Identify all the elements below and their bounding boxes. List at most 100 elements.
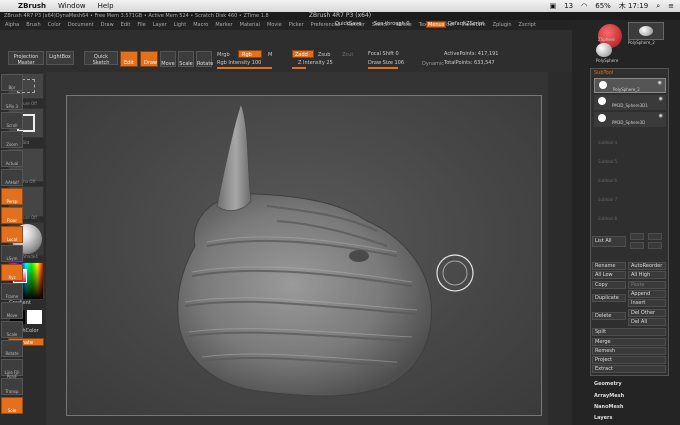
del-other-button[interactable]: Del Other bbox=[628, 309, 666, 317]
list-icon[interactable]: ≡ bbox=[668, 2, 674, 10]
menu-document[interactable]: Document bbox=[68, 22, 94, 28]
remesh-button[interactable]: Remesh bbox=[592, 347, 666, 355]
del-all-button[interactable]: Del All bbox=[628, 318, 666, 326]
rotate-button[interactable]: Rotate bbox=[196, 51, 213, 67]
nanomesh-menu[interactable]: NanoMesh bbox=[594, 404, 623, 410]
quick-sketch-button[interactable]: Quick Sketch bbox=[84, 51, 118, 66]
subtool-title[interactable]: SubTool bbox=[594, 70, 613, 76]
secondary-color[interactable] bbox=[27, 310, 42, 324]
geometry-menu[interactable]: Geometry bbox=[594, 381, 622, 387]
menu-layer[interactable]: Layer bbox=[153, 22, 167, 28]
help-menu[interactable]: Help bbox=[98, 2, 114, 10]
lightbox-button[interactable]: LightBox bbox=[46, 51, 74, 65]
arrow-down-icon[interactable] bbox=[630, 242, 644, 249]
auto-reorder-button[interactable]: AutoReorder bbox=[628, 262, 666, 270]
move-button[interactable]: Move bbox=[160, 51, 176, 67]
battery-label: 65% bbox=[595, 2, 611, 10]
duplicate-button[interactable]: Duplicate bbox=[592, 294, 626, 302]
default-zscript-button[interactable]: DefaultZScript bbox=[448, 21, 484, 27]
menu-brush[interactable]: Brush bbox=[26, 22, 40, 28]
scale-button[interactable]: Scale bbox=[178, 51, 194, 67]
transp-button[interactable]: Transp bbox=[1, 378, 23, 395]
arraymesh-menu[interactable]: ArrayMesh bbox=[594, 393, 624, 399]
arrow-up-all-icon[interactable] bbox=[648, 233, 662, 240]
menu-zscript[interactable]: Zscript bbox=[519, 22, 536, 28]
bpr-button[interactable]: Bpr bbox=[1, 74, 23, 91]
menu-edit[interactable]: Edit bbox=[121, 22, 131, 28]
polyf-button[interactable]: Line Fill PolyF bbox=[1, 359, 23, 379]
dynamic-toggle[interactable]: Dynamic bbox=[422, 61, 444, 67]
append-button[interactable]: Append bbox=[628, 290, 666, 298]
arrow-up-icon[interactable] bbox=[630, 233, 644, 240]
all-high-button[interactable]: All High bbox=[628, 271, 666, 279]
copy-button[interactable]: Copy bbox=[592, 281, 626, 289]
merge-button[interactable]: Merge bbox=[592, 338, 666, 346]
all-low-button[interactable]: All Low bbox=[592, 271, 626, 279]
xyz-button[interactable]: Xyz bbox=[1, 264, 23, 281]
zcut-toggle[interactable]: Zcut bbox=[342, 52, 353, 58]
extract-button[interactable]: Extract bbox=[592, 365, 666, 373]
scale-view-button[interactable]: Scale bbox=[1, 321, 23, 338]
see-through-slider[interactable]: See-through 0 bbox=[374, 21, 410, 27]
insert-button[interactable]: Insert bbox=[628, 299, 666, 307]
actual-button[interactable]: Actual bbox=[1, 150, 23, 167]
menu-light[interactable]: Light bbox=[174, 22, 186, 28]
rename-button[interactable]: Rename bbox=[592, 262, 626, 270]
mrgb-toggle[interactable]: Mrgb bbox=[217, 52, 230, 58]
eye-icon[interactable]: ◉ bbox=[658, 80, 662, 86]
menu-draw[interactable]: Draw bbox=[101, 22, 114, 28]
zsub-toggle[interactable]: Zsub bbox=[318, 52, 330, 58]
edit-button[interactable]: Edit bbox=[120, 51, 138, 67]
subtool-item[interactable]: PM3D_Sphere3D1 ◉ bbox=[594, 95, 666, 110]
z-intensity-slider[interactable]: Z Intensity 25 bbox=[298, 60, 333, 66]
scroll-button[interactable]: Scroll bbox=[1, 112, 23, 129]
menu-picker[interactable]: Picker bbox=[289, 22, 304, 28]
menu-macro[interactable]: Macro bbox=[193, 22, 208, 28]
search-icon[interactable]: ⌕ bbox=[656, 2, 660, 11]
list-all-button[interactable]: List All bbox=[592, 236, 626, 247]
frame-button[interactable]: Frame bbox=[1, 283, 23, 300]
move-view-button[interactable]: Move bbox=[1, 302, 23, 319]
aahalf-button[interactable]: AAHalf bbox=[1, 169, 23, 186]
quicksave-button[interactable]: QuickSave bbox=[335, 21, 361, 27]
menu-movie[interactable]: Movie bbox=[267, 22, 282, 28]
menu-file[interactable]: File bbox=[137, 22, 145, 28]
menu-marker[interactable]: Marker bbox=[215, 22, 232, 28]
polysphere-tool[interactable] bbox=[596, 43, 612, 57]
app-menu[interactable]: ZBrush bbox=[18, 2, 46, 10]
projection-master-button[interactable]: Projection Master bbox=[8, 51, 44, 66]
layers-menu[interactable]: Layers bbox=[594, 415, 613, 421]
eye-icon[interactable]: ◉ bbox=[659, 96, 663, 102]
document-canvas[interactable] bbox=[66, 95, 542, 416]
eye-icon[interactable]: ◉ bbox=[659, 113, 663, 119]
draw-button[interactable]: Draw bbox=[140, 51, 158, 67]
floor-button[interactable]: Floor bbox=[1, 207, 23, 224]
zoom-button[interactable]: Zoom bbox=[1, 131, 23, 148]
menu-zplugin[interactable]: Zplugin bbox=[493, 22, 512, 28]
subtool-item[interactable]: PolySphere_2 ◉ bbox=[594, 78, 666, 93]
persp-button[interactable]: Persp bbox=[1, 188, 23, 205]
menu-material[interactable]: Material bbox=[240, 22, 260, 28]
draw-size-slider[interactable]: Draw Size 106 bbox=[368, 60, 404, 66]
rgb-toggle[interactable]: Rgb bbox=[238, 50, 262, 58]
solo-button[interactable]: Solo bbox=[1, 397, 23, 414]
m-toggle[interactable]: M bbox=[268, 52, 272, 58]
lsym-button[interactable]: LSym bbox=[1, 245, 23, 262]
focal-shift-slider[interactable]: Focal Shift 0 bbox=[368, 51, 399, 57]
delete-button[interactable]: Delete bbox=[592, 312, 626, 320]
split-button[interactable]: Split bbox=[592, 328, 666, 336]
polysphere-current-tool[interactable] bbox=[628, 22, 664, 40]
window-menu[interactable]: Window bbox=[58, 2, 86, 10]
local-button[interactable]: Local bbox=[1, 226, 23, 243]
rotate-view-button[interactable]: Rotate bbox=[1, 340, 23, 357]
project-button[interactable]: Project bbox=[592, 356, 666, 364]
rgb-intensity-slider[interactable]: Rgb Intensity 100 bbox=[217, 60, 261, 66]
arrow-down-all-icon[interactable] bbox=[648, 242, 662, 249]
menus-button[interactable]: Menus bbox=[426, 21, 446, 28]
zadd-toggle[interactable]: Zadd bbox=[292, 50, 314, 58]
subtool-item[interactable]: PM3D_Sphere3D ◉ bbox=[594, 112, 666, 127]
spix-button[interactable]: SPix 3 bbox=[1, 93, 23, 110]
paste-button[interactable]: Paste bbox=[628, 281, 666, 289]
menu-alpha[interactable]: Alpha bbox=[5, 22, 19, 28]
menu-color[interactable]: Color bbox=[48, 22, 61, 28]
